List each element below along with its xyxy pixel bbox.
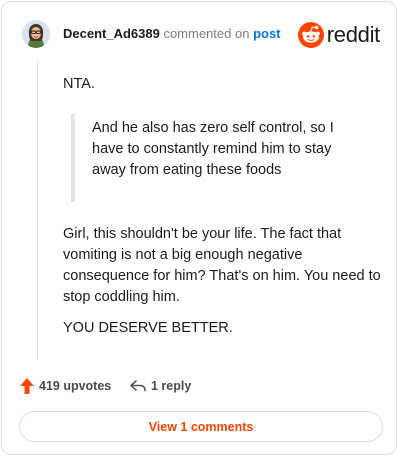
reddit-logo[interactable]: reddit <box>297 18 381 52</box>
avatar-icon <box>22 20 50 48</box>
comment-card: Decent_Ad6389 commented on post reddit N… <box>1 1 397 455</box>
reply-arrow-icon <box>130 380 146 392</box>
byline-meta: commented on <box>163 26 250 41</box>
reddit-wordmark: reddit <box>326 22 381 47</box>
username[interactable]: Decent_Ad6389 <box>63 26 160 41</box>
avatar[interactable] <box>22 20 50 48</box>
upvote-button[interactable]: 419 upvotes <box>19 376 111 396</box>
comment-byline: Decent_Ad6389 commented on post <box>63 26 281 41</box>
upvote-arrow-icon <box>20 378 34 394</box>
view-comments-button[interactable]: View 1 comments <box>19 411 383 442</box>
quote-bar <box>71 114 75 202</box>
reddit-logo-icon <box>297 22 324 48</box>
blockquote: And he also has zero self control, so I … <box>71 114 361 202</box>
comment-header: Decent_Ad6389 commented on post reddit <box>20 18 380 52</box>
reply-count: 1 reply <box>151 379 192 393</box>
quote-text: And he also has zero self control, so I … <box>92 120 334 178</box>
thread-line[interactable] <box>37 62 38 360</box>
upvote-count: 419 upvotes <box>39 379 112 393</box>
reply-button[interactable]: 1 reply <box>129 376 191 396</box>
comment-paragraph: YOU DESERVE BETTER. <box>63 320 233 336</box>
comment-paragraph: Girl, this shouldn't be your life. The f… <box>63 226 381 305</box>
post-link[interactable]: post <box>253 26 280 41</box>
comment-paragraph: NTA. <box>63 76 95 92</box>
